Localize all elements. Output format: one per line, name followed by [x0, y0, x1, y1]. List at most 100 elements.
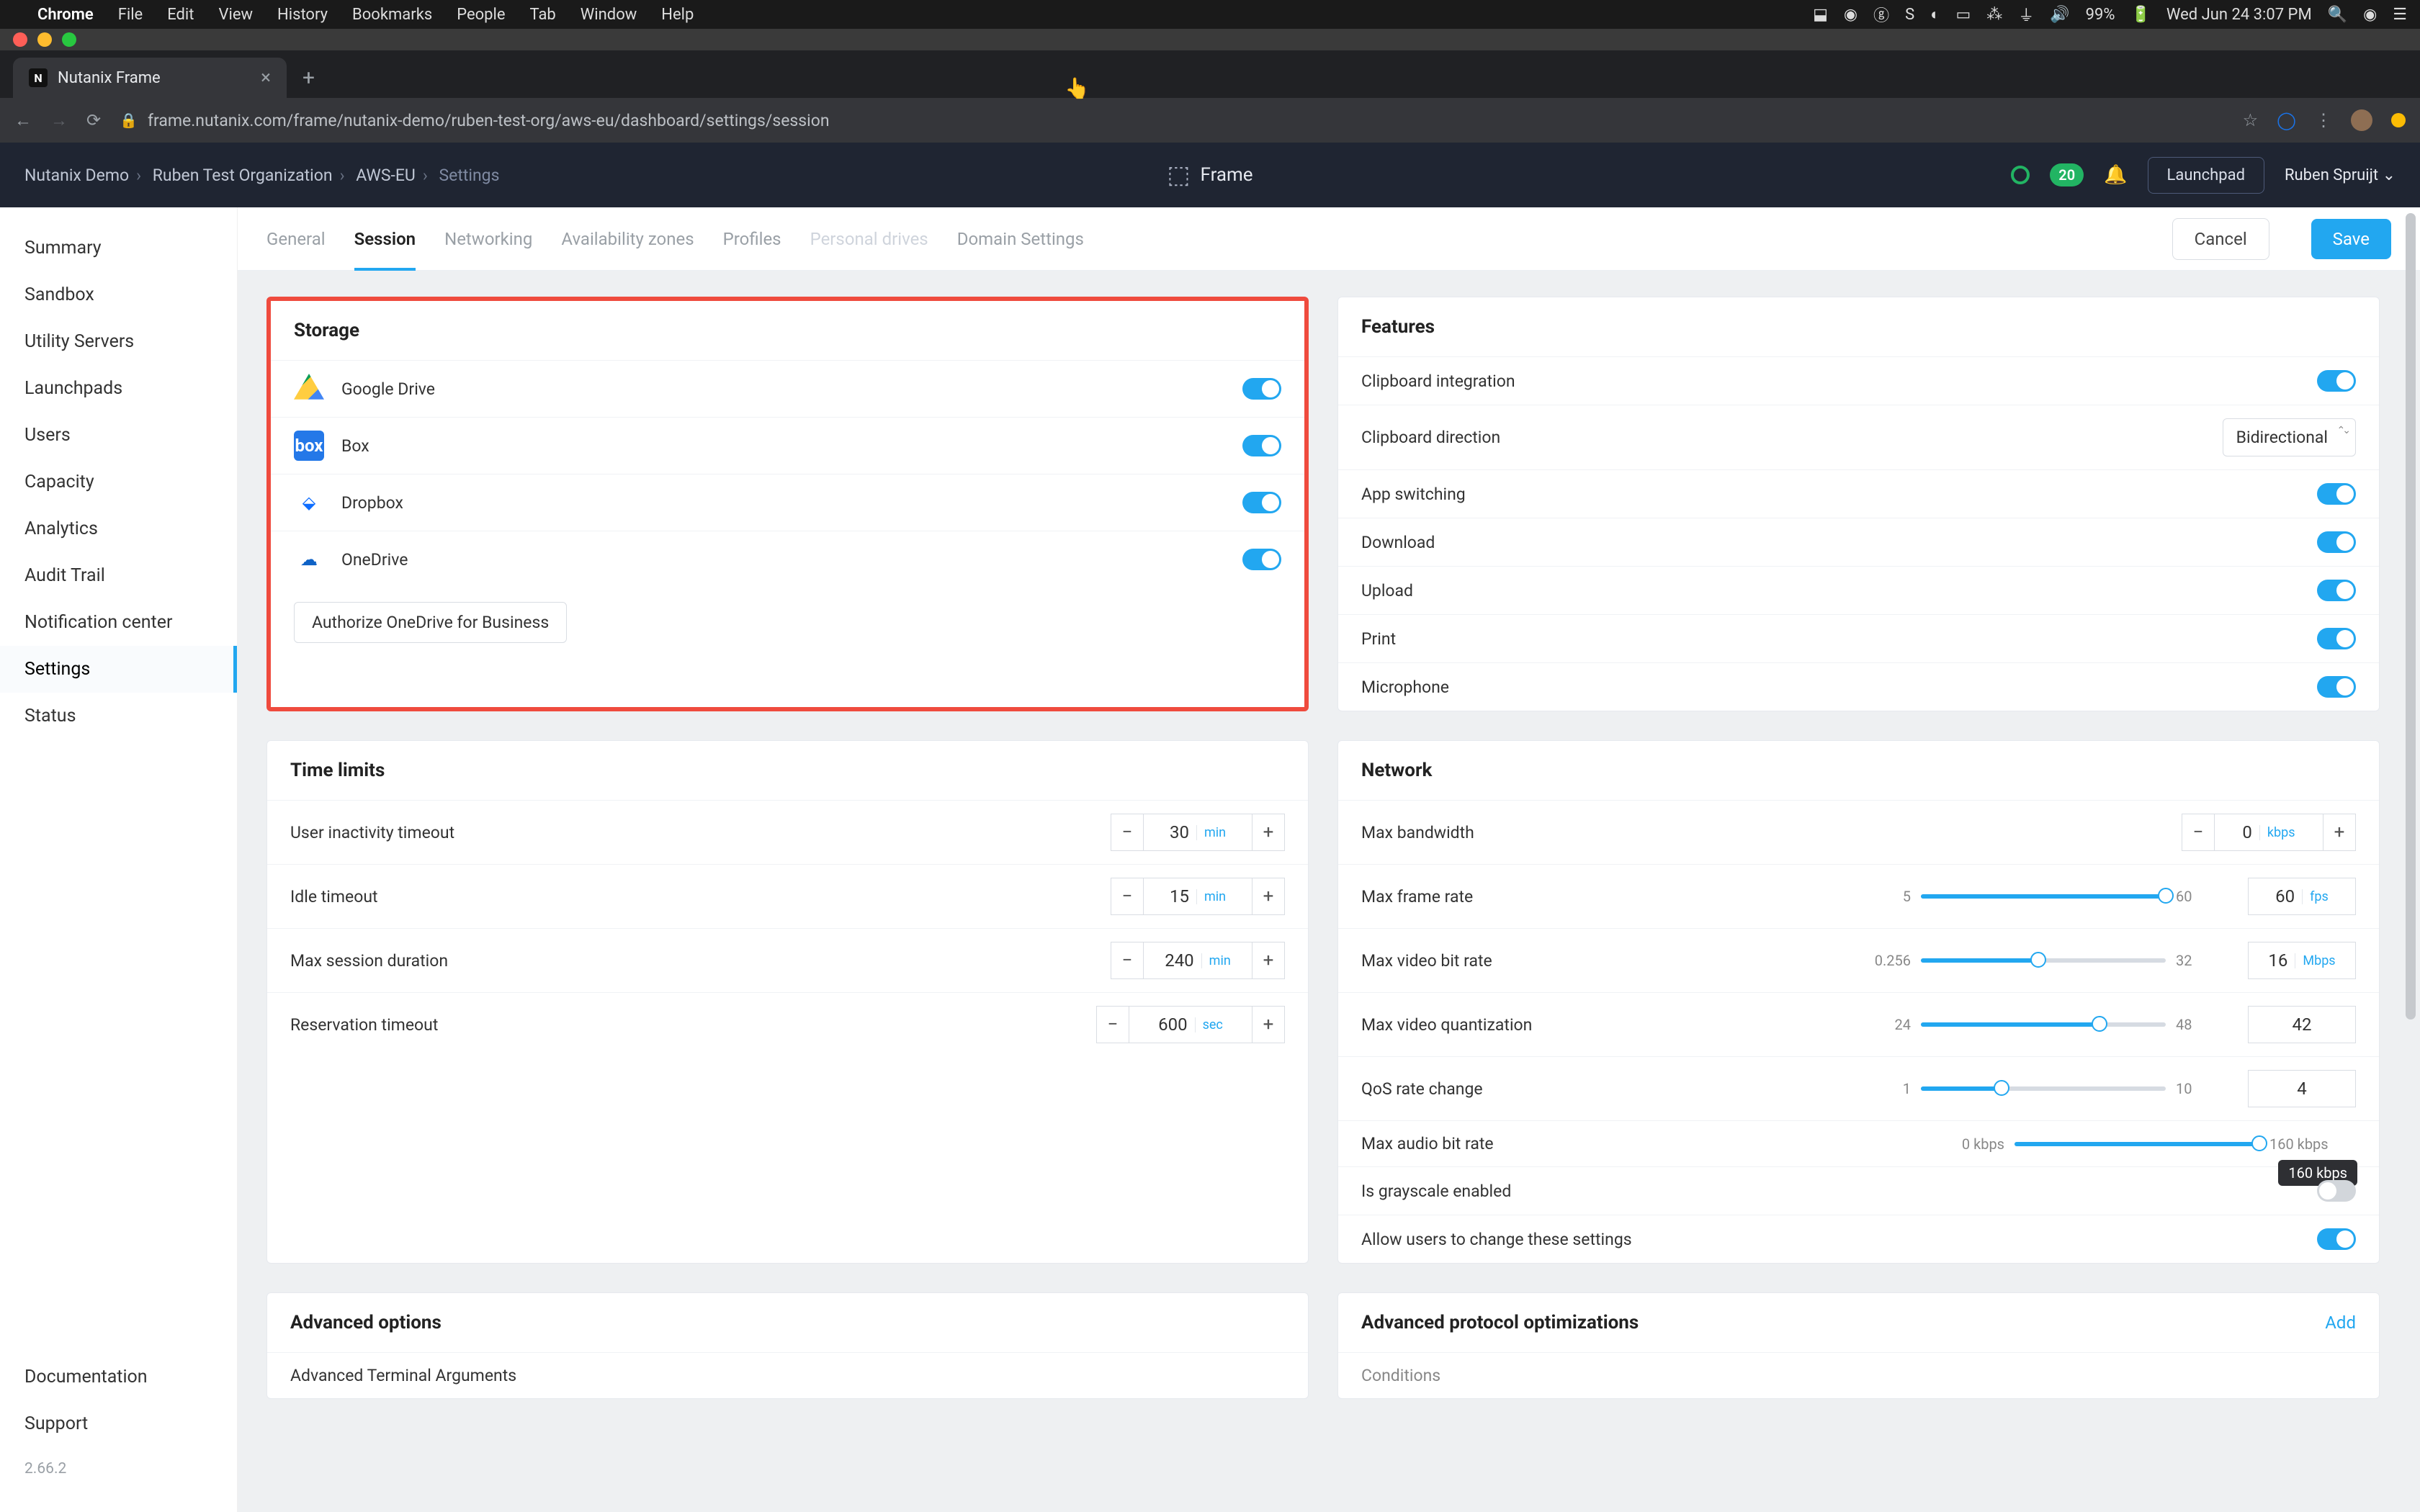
onedrive-toggle[interactable]: [1242, 549, 1281, 570]
menubar-datetime[interactable]: Wed Jun 24 3:07 PM: [2166, 6, 2312, 24]
increment-button[interactable]: +: [1252, 814, 1285, 851]
back-button[interactable]: ←: [14, 110, 32, 131]
airplay-icon[interactable]: ▭: [1955, 6, 1971, 24]
slider-value[interactable]: 60: [2275, 886, 2295, 906]
menu-file[interactable]: File: [118, 6, 143, 24]
user-inactivity-stepper[interactable]: −30min+: [1111, 814, 1285, 851]
clipboard-integration-toggle[interactable]: [2317, 370, 2356, 392]
subtab-profiles[interactable]: Profiles: [723, 229, 781, 249]
status-ring-icon[interactable]: [2011, 166, 2030, 184]
status-icon-3[interactable]: S: [1905, 6, 1914, 24]
sidebar-item-audit-trail[interactable]: Audit Trail: [0, 552, 237, 599]
status-icon-5[interactable]: ⁂: [1986, 6, 2002, 24]
save-button[interactable]: Save: [2311, 219, 2391, 259]
sidebar-item-summary[interactable]: Summary: [0, 225, 237, 271]
profile-avatar-icon[interactable]: [2351, 109, 2372, 131]
slider-value[interactable]: 4: [2297, 1079, 2307, 1099]
sidebar-item-support[interactable]: Support: [0, 1400, 237, 1447]
max-audio-bitrate-slider[interactable]: [2015, 1142, 2259, 1146]
subtab-availability-zones[interactable]: Availability zones: [561, 229, 694, 249]
scrollbar[interactable]: [2406, 213, 2416, 1020]
grayscale-toggle[interactable]: [2317, 1180, 2356, 1202]
crumb-0[interactable]: Nutanix Demo: [24, 166, 129, 185]
spotlight-icon[interactable]: 🔍: [2328, 6, 2347, 24]
status-icon-4[interactable]: ◐: [1930, 5, 1940, 24]
idle-timeout-stepper[interactable]: −15min+: [1111, 878, 1285, 915]
wifi-icon[interactable]: ⏚: [2018, 3, 2034, 26]
download-toggle[interactable]: [2317, 531, 2356, 553]
status-icon-2[interactable]: ⓖ: [1873, 3, 1889, 26]
menu-edit[interactable]: Edit: [167, 6, 194, 24]
cancel-button[interactable]: Cancel: [2172, 218, 2269, 260]
max-video-bitrate-slider[interactable]: [1921, 958, 2166, 963]
close-window-button[interactable]: [13, 32, 27, 47]
volume-icon[interactable]: 🔊: [2050, 6, 2069, 24]
control-center-icon[interactable]: ☰: [2393, 6, 2407, 24]
forward-button[interactable]: →: [50, 110, 68, 131]
microphone-toggle[interactable]: [2317, 676, 2356, 698]
sidebar-item-capacity[interactable]: Capacity: [0, 459, 237, 505]
status-badge[interactable]: 20: [2050, 163, 2084, 186]
crumb-1[interactable]: Ruben Test Organization: [153, 166, 333, 185]
omnibox[interactable]: 🔒 frame.nutanix.com/frame/nutanix-demo/r…: [120, 111, 2224, 130]
qos-rate-slider[interactable]: [1921, 1086, 2166, 1091]
new-tab-button[interactable]: +: [287, 66, 331, 98]
increment-button[interactable]: +: [1252, 878, 1285, 915]
allow-users-change-toggle[interactable]: [2317, 1228, 2356, 1250]
minimize-window-button[interactable]: [37, 32, 52, 47]
sidebar-item-launchpads[interactable]: Launchpads: [0, 365, 237, 412]
battery-icon[interactable]: 🔋: [2131, 6, 2151, 24]
bookmark-star-icon[interactable]: ☆: [2243, 110, 2259, 130]
siri-icon[interactable]: ◉: [2363, 6, 2377, 24]
max-session-stepper[interactable]: −240min+: [1111, 942, 1285, 979]
profile-dot-icon[interactable]: [2391, 113, 2406, 127]
reload-button[interactable]: ⟳: [86, 110, 101, 130]
user-menu[interactable]: Ruben Spruijt ⌄: [2285, 166, 2396, 184]
max-video-quant-slider[interactable]: [1921, 1022, 2166, 1027]
decrement-button[interactable]: −: [1111, 814, 1144, 851]
dropbox-toggle[interactable]: [1242, 492, 1281, 513]
sidebar-item-users[interactable]: Users: [0, 412, 237, 459]
sidebar-item-sandbox[interactable]: Sandbox: [0, 271, 237, 318]
menu-view[interactable]: View: [218, 6, 253, 24]
app-switching-toggle[interactable]: [2317, 483, 2356, 505]
launchpad-button[interactable]: Launchpad: [2148, 157, 2264, 194]
sidebar-item-analytics[interactable]: Analytics: [0, 505, 237, 552]
menu-window[interactable]: Window: [581, 6, 637, 24]
subtab-networking[interactable]: Networking: [444, 229, 532, 249]
sidebar-item-utility-servers[interactable]: Utility Servers: [0, 318, 237, 365]
close-tab-icon[interactable]: ×: [261, 67, 271, 89]
menu-tab[interactable]: Tab: [530, 6, 556, 24]
menu-help[interactable]: Help: [661, 6, 694, 24]
bell-icon[interactable]: 🔔: [2104, 164, 2127, 186]
browser-tab[interactable]: N Nutanix Frame ×: [13, 58, 287, 98]
slider-value[interactable]: 16: [2268, 950, 2287, 971]
max-frame-rate-slider[interactable]: [1921, 894, 2166, 899]
menubar-app[interactable]: Chrome: [37, 6, 94, 24]
increment-button[interactable]: +: [1252, 942, 1285, 979]
max-bandwidth-stepper[interactable]: −0kbps+: [2182, 814, 2356, 851]
clipboard-direction-select[interactable]: Bidirectional: [2223, 418, 2356, 456]
dropbox-menubar-icon[interactable]: ⬓: [1813, 6, 1828, 24]
upload-toggle[interactable]: [2317, 580, 2356, 601]
crumb-2[interactable]: AWS-EU: [356, 166, 416, 185]
sidebar-item-documentation[interactable]: Documentation: [0, 1354, 237, 1400]
increment-button[interactable]: +: [2323, 814, 2356, 851]
decrement-button[interactable]: −: [1111, 878, 1144, 915]
google-drive-toggle[interactable]: [1242, 378, 1281, 400]
decrement-button[interactable]: −: [1111, 942, 1144, 979]
extension-icon-1[interactable]: ◯: [2277, 110, 2296, 130]
authorize-onedrive-button[interactable]: Authorize OneDrive for Business: [294, 602, 567, 643]
menu-people[interactable]: People: [457, 6, 505, 24]
subtab-session[interactable]: Session: [354, 229, 416, 271]
menu-bookmarks[interactable]: Bookmarks: [352, 6, 432, 24]
print-toggle[interactable]: [2317, 628, 2356, 649]
box-toggle[interactable]: [1242, 435, 1281, 456]
decrement-button[interactable]: −: [1096, 1006, 1129, 1043]
menu-history[interactable]: History: [277, 6, 328, 24]
reservation-timeout-stepper[interactable]: −600sec+: [1096, 1006, 1285, 1043]
extension-icon-2[interactable]: ⋮: [2315, 110, 2332, 130]
subtab-general[interactable]: General: [266, 229, 326, 249]
sidebar-item-notification-center[interactable]: Notification center: [0, 599, 237, 646]
increment-button[interactable]: +: [1252, 1006, 1285, 1043]
